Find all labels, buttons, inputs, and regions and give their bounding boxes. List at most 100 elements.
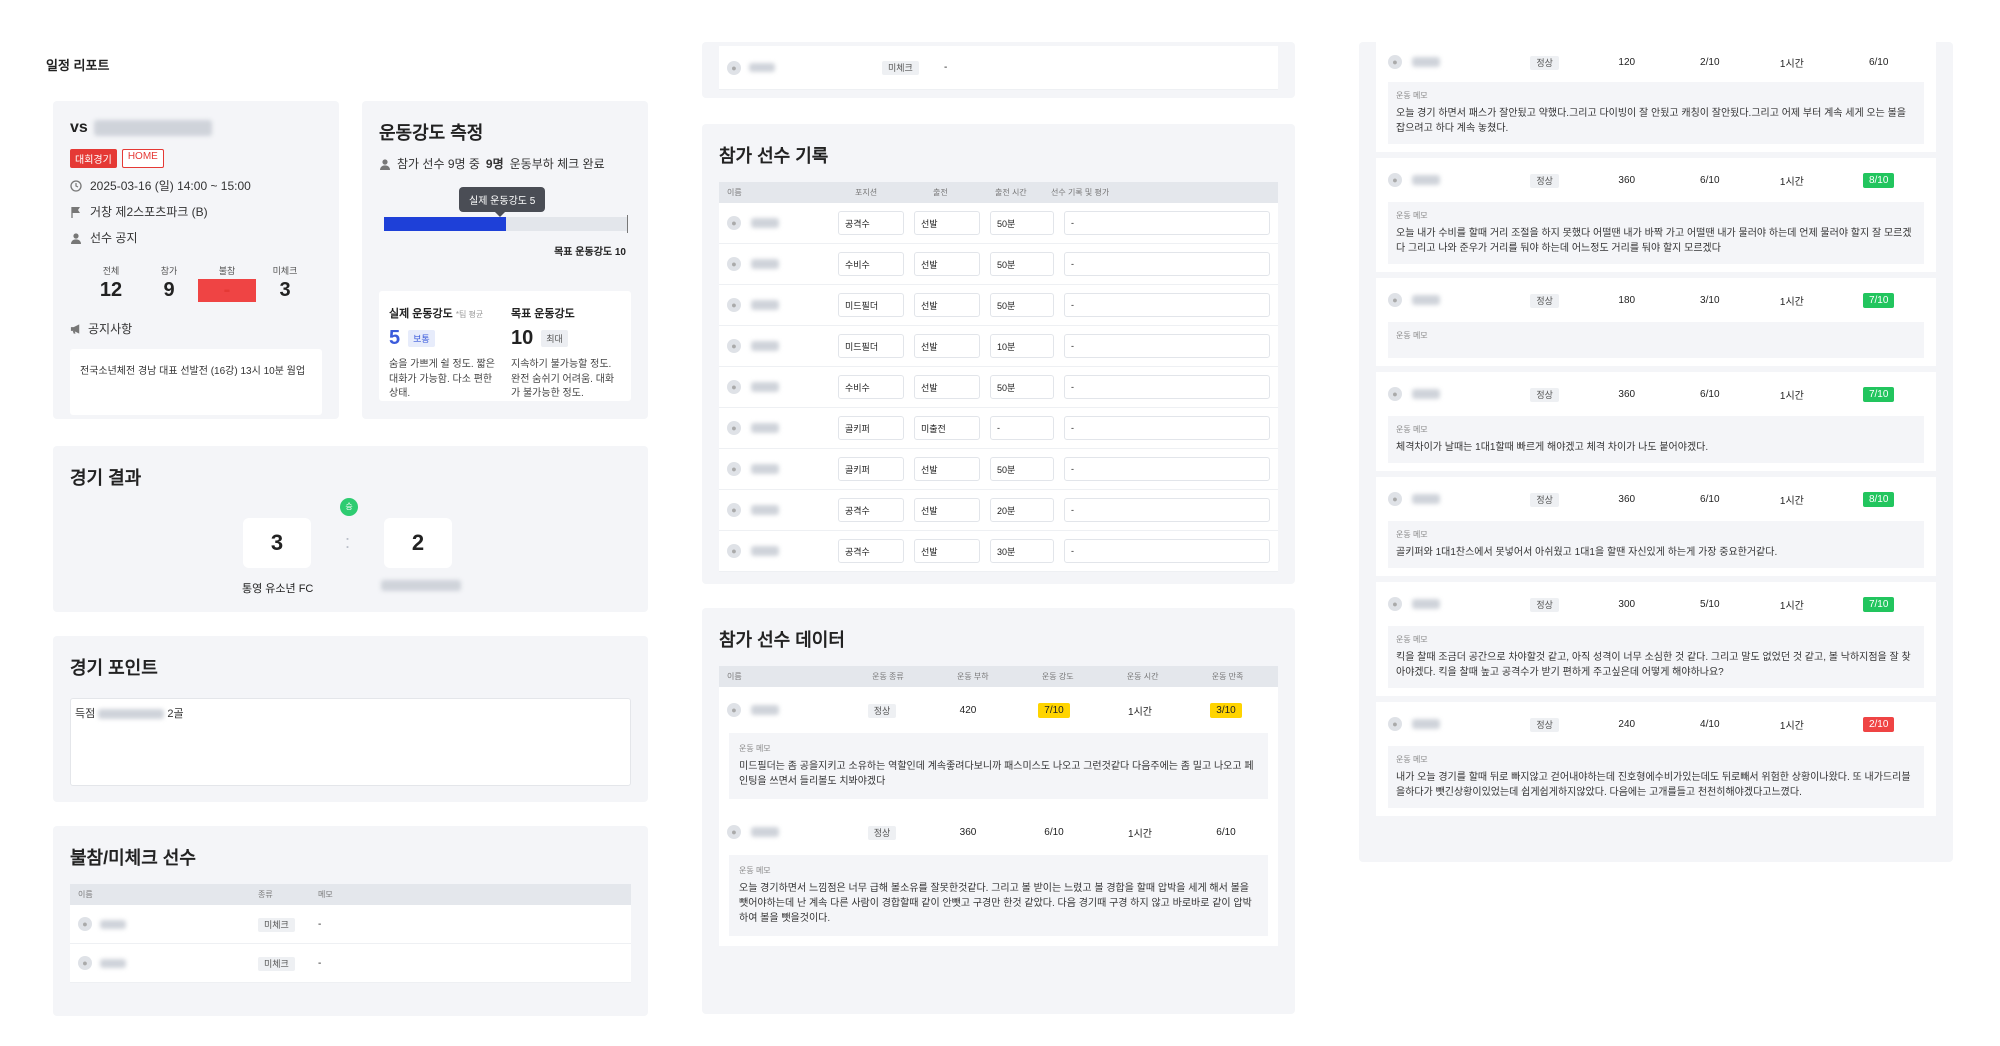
position-field[interactable]: 공격수 [838, 211, 904, 235]
table-row: ● 미체크 - [70, 905, 631, 944]
position-field[interactable]: 미드필더 [838, 293, 904, 317]
play-time-field[interactable]: - [990, 416, 1054, 440]
avatar: ● [727, 257, 741, 271]
position-field[interactable]: 골키퍼 [838, 457, 904, 481]
play-time-field[interactable]: 10분 [990, 334, 1054, 358]
exercise-load: 180 [1618, 294, 1636, 306]
evaluation-field[interactable]: - [1064, 498, 1270, 522]
match-vs-row: vs [70, 119, 322, 137]
match-visibility-line: 선수 공지 [70, 229, 322, 246]
play-time-field[interactable]: 30분 [990, 539, 1054, 563]
table-row: ● 정상 360 6/10 1시간 7/10 [1376, 372, 1936, 416]
position-field[interactable]: 미드필더 [838, 334, 904, 358]
start-field[interactable]: 미출전 [914, 416, 980, 440]
match-location: 거창 제2스포츠파크 (B) [90, 205, 208, 219]
exercise-time: 1시간 [1779, 600, 1804, 612]
table-row: ● 정상 120 2/10 1시간 6/10 [1376, 42, 1936, 82]
opponent-name-blurred [93, 120, 212, 136]
start-field[interactable]: 선발 [914, 293, 980, 317]
avatar: ● [727, 60, 741, 75]
play-time-field[interactable]: 20분 [990, 498, 1054, 522]
evaluation-field[interactable]: - [1064, 252, 1270, 276]
exercise-intensity: 6/10 [1700, 493, 1720, 505]
position-field[interactable]: 공격수 [838, 498, 904, 522]
table-row: ● 공격수 선발 30분 - [719, 531, 1278, 572]
avatar: ● [1388, 173, 1402, 187]
evaluation-field[interactable]: - [1064, 375, 1270, 399]
start-field[interactable]: 선발 [914, 498, 980, 522]
play-time-field[interactable]: 50분 [990, 293, 1054, 317]
start-field[interactable]: 선발 [914, 252, 980, 276]
exercise-intensity: 2/10 [1700, 56, 1720, 68]
avatar: ● [727, 825, 741, 839]
start-field[interactable]: 선발 [914, 457, 980, 481]
position-field[interactable]: 수비수 [838, 252, 904, 276]
exercise-kind: 정상 [867, 703, 897, 718]
match-visibility: 선수 공지 [90, 231, 138, 245]
evaluation-field[interactable]: - [1064, 334, 1270, 358]
target-intensity-label: 목표 운동강도 10 [554, 247, 626, 258]
player-data-card: 참가 선수 데이터 이름 운동 종류 운동 부하 운동 강도 운동 시간 운동 … [702, 608, 1295, 1014]
target-intensity-value: 10 [511, 327, 534, 349]
avatar: ● [1388, 717, 1402, 731]
position-field[interactable]: 수비수 [838, 375, 904, 399]
match-datetime: 2025-03-16 (일) 14:00 ~ 15:00 [90, 179, 251, 193]
exercise-time: 1시간 [1779, 720, 1804, 732]
exercise-intensity: 7/10 [1038, 702, 1070, 718]
avatar: ● [727, 298, 741, 312]
player-data-block: ● 정상 300 5/10 1시간 7/10 운동 메모 킥을 찰때 조금더 공간으로 차야할… [1376, 582, 1936, 696]
exercise-intensity: 6/10 [1700, 174, 1720, 186]
person-icon [379, 158, 391, 170]
start-field[interactable]: 선발 [914, 539, 980, 563]
exercise-satisfaction: 8/10 [1862, 172, 1895, 188]
play-time-field[interactable]: 50분 [990, 211, 1054, 235]
points-text: 득점 2골 [70, 698, 631, 786]
table-row: ● 공격수 선발 50분 - [719, 203, 1278, 244]
play-time-field[interactable]: 50분 [990, 457, 1054, 481]
table-row: ● 골키퍼 미출전 - - [719, 408, 1278, 449]
player-name-blurred [751, 827, 779, 837]
exercise-load: 360 [1618, 388, 1636, 400]
player-name-blurred [751, 505, 779, 515]
exercise-memo: 운동 메모 체격차이가 날때는 1대1할때 빠르게 해야겠고 체격 차이가 나도 … [1388, 416, 1924, 463]
target-intensity: 목표 운동강도 10 최대 지속하기 불가능할 정도. 완전 숨쉬기 어려움. … [511, 305, 621, 399]
exercise-satisfaction: 6/10 [1216, 826, 1236, 838]
player-name-blurred [751, 382, 779, 392]
evaluation-field[interactable]: - [1064, 293, 1270, 317]
play-time-field[interactable]: 50분 [990, 252, 1054, 276]
score-separator: : [345, 532, 351, 552]
absent-title: 불참/미체크 선수 [70, 848, 196, 868]
player-data-header: 이름 운동 종류 운동 부하 운동 강도 운동 시간 운동 만족 [719, 666, 1278, 687]
table-row: ● 정상 360 6/10 1시간 8/10 [1376, 158, 1936, 202]
intensity-summary: 참가 선수 9명 중 9명 운동부하 체크 완료 [379, 155, 631, 172]
evaluation-field[interactable]: - [1064, 457, 1270, 481]
player-name-blurred [1412, 389, 1440, 399]
table-row: ● 수비수 선발 50분 - [719, 367, 1278, 408]
evaluation-field[interactable]: - [1064, 211, 1270, 235]
start-field[interactable]: 선발 [914, 211, 980, 235]
exercise-load: 420 [959, 704, 977, 716]
avatar: ● [727, 380, 741, 394]
avatar: ● [727, 216, 741, 230]
play-time-field[interactable]: 50분 [990, 375, 1054, 399]
player-name-blurred [751, 341, 779, 351]
match-location-line: 거창 제2스포츠파크 (B) [70, 203, 322, 220]
start-field[interactable]: 선발 [914, 375, 980, 399]
avatar: ● [1388, 387, 1402, 401]
player-name-blurred [751, 705, 779, 715]
avatar: ● [727, 503, 741, 517]
start-field[interactable]: 선발 [914, 334, 980, 358]
table-row: ● 정상 420 7/10 1시간 3/10 [719, 687, 1278, 733]
evaluation-field[interactable]: - [1064, 539, 1270, 563]
table-row: ● 정상 180 3/10 1시간 7/10 [1376, 278, 1936, 322]
table-row: ● 미드필더 선발 50분 - [719, 285, 1278, 326]
player-records-card: 참가 선수 기록 이름 포지션 출전 출전 시간 선수 기록 및 평가 ● 공격수… [702, 124, 1295, 584]
position-field[interactable]: 골키퍼 [838, 416, 904, 440]
person-icon [70, 232, 82, 244]
match-result-card: 경기 결과 승 3 : 2 통영 유소년 FC [53, 446, 648, 612]
position-field[interactable]: 공격수 [838, 539, 904, 563]
evaluation-field[interactable]: - [1064, 416, 1270, 440]
exercise-memo: 운동 메모 킥을 찰때 조금더 공간으로 차야할것 같고, 아직 성격이 너무 소… [1388, 626, 1924, 688]
absent-table-continued: ● 미체크 - [702, 42, 1295, 98]
table-row: ● 미드필더 선발 10분 - [719, 326, 1278, 367]
